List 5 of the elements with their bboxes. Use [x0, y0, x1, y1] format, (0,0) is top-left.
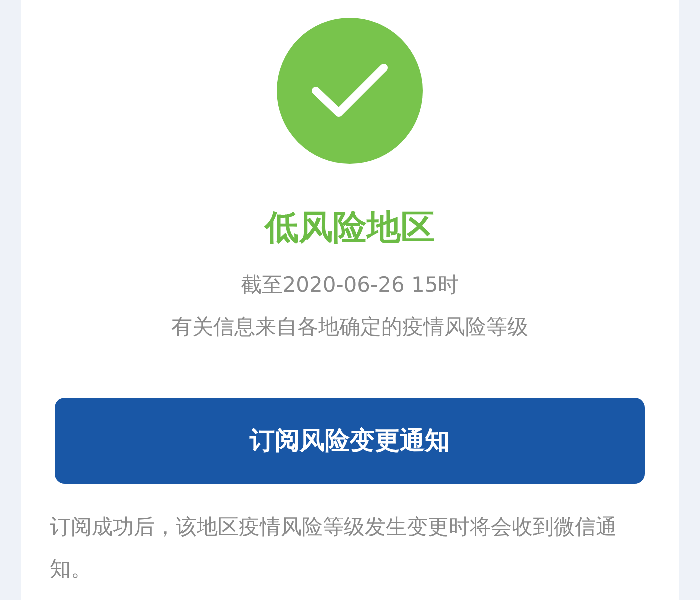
risk-level-title: 低风险地区 — [265, 207, 435, 250]
subscribe-button[interactable]: 订阅风险变更通知 — [55, 398, 645, 484]
note-text: 订阅成功后，该地区疫情风险等级发生变更时将会收到微信通知。 — [50, 514, 618, 583]
date-text: 截至2020-06-26 15时 — [240, 272, 460, 299]
source-text: 有关信息来自各地确定的疫情风险等级 — [172, 314, 528, 341]
